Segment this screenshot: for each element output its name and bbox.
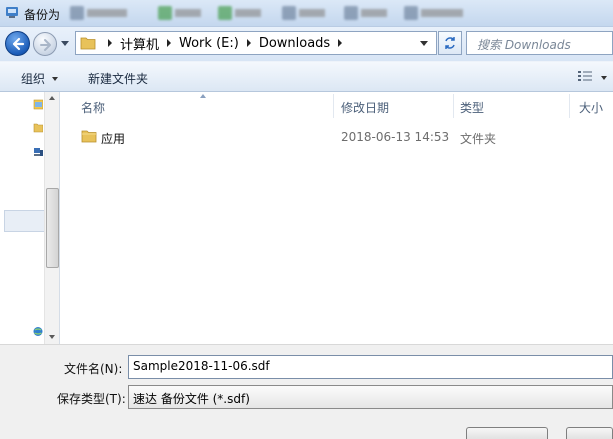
- recent-pages-dropdown[interactable]: [61, 41, 69, 46]
- filename-input[interactable]: Sample2018-11-06.sdf: [128, 355, 613, 379]
- scroll-up-icon[interactable]: [49, 96, 55, 100]
- nav-selected-item[interactable]: [4, 210, 49, 232]
- folder-icon: [80, 37, 96, 50]
- navigation-scrollbar[interactable]: [44, 92, 59, 344]
- column-divider[interactable]: [569, 94, 570, 118]
- column-header-size[interactable]: 大小: [579, 92, 603, 120]
- breadcrumb-item[interactable]: Work (E:): [179, 36, 239, 51]
- navigation-bar: 计算机 Work (E:) Downloads 搜索 Downloads: [0, 27, 613, 61]
- scroll-down-icon[interactable]: [49, 335, 55, 339]
- file-name: 应用: [101, 132, 126, 146]
- view-options-dropdown[interactable]: [601, 76, 607, 80]
- filetype-select[interactable]: 速达 备份文件 (*.sdf): [128, 385, 613, 409]
- command-bar: 组织 新建文件夹: [0, 61, 613, 92]
- breadcrumb-separator[interactable]: [108, 39, 112, 47]
- back-arrow-icon: [12, 37, 25, 51]
- column-header-type[interactable]: 类型: [460, 92, 484, 120]
- address-bar[interactable]: 计算机 Work (E:) Downloads: [75, 31, 437, 55]
- breadcrumb: 计算机 Work (E:) Downloads: [100, 32, 350, 54]
- sort-indicator-icon: [200, 94, 206, 98]
- scrollbar-thumb[interactable]: [46, 188, 59, 268]
- blurred-toolbar-item: [70, 4, 127, 22]
- breadcrumb-item[interactable]: 计算机: [120, 34, 159, 53]
- refresh-button[interactable]: [438, 31, 462, 55]
- file-modified: 2018-06-13 14:53: [341, 130, 450, 144]
- back-button[interactable]: [5, 31, 30, 56]
- blurred-toolbar-item: [282, 4, 325, 22]
- blurred-toolbar-item: [344, 4, 387, 22]
- filetype-label: 保存类型(T):: [57, 392, 126, 406]
- table-row[interactable]: 应用 2018-06-13 14:53 文件夹: [61, 126, 613, 148]
- network-icon[interactable]: [33, 326, 43, 337]
- organize-label: 组织: [21, 72, 46, 86]
- breadcrumb-item[interactable]: Downloads: [259, 36, 330, 51]
- forward-arrow-icon: [40, 39, 51, 51]
- blurred-toolbar-item: [404, 4, 463, 22]
- column-header-modified[interactable]: 修改日期: [341, 92, 389, 120]
- file-type: 文件夹: [460, 132, 497, 146]
- navigation-pane: [0, 92, 60, 344]
- filename-label: 文件名(N):: [64, 362, 123, 376]
- view-options-icon[interactable]: [577, 70, 593, 84]
- new-folder-button[interactable]: 新建文件夹: [88, 70, 148, 87]
- app-icon: [6, 7, 18, 18]
- breadcrumb-separator[interactable]: [338, 39, 343, 47]
- column-divider[interactable]: [333, 94, 334, 118]
- breadcrumb-separator[interactable]: [246, 39, 251, 47]
- folder-icon: [81, 130, 97, 143]
- search-input[interactable]: 搜索 Downloads: [477, 36, 571, 53]
- save-button[interactable]: [466, 427, 548, 439]
- title-bar: 备份为: [0, 0, 613, 27]
- column-header-name[interactable]: 名称: [81, 92, 105, 120]
- file-list: 名称 修改日期 类型 大小 应用 2018-06-13 14:53 文件夹: [61, 92, 613, 344]
- breadcrumb-separator[interactable]: [167, 39, 172, 47]
- address-history-dropdown[interactable]: [420, 41, 428, 46]
- window-title: 备份为: [24, 8, 61, 22]
- favorites-icon[interactable]: [33, 99, 43, 110]
- blurred-toolbar-item: [218, 4, 261, 22]
- blurred-toolbar-item: [158, 4, 201, 22]
- folder-icon[interactable]: [33, 122, 43, 133]
- search-box[interactable]: 搜索 Downloads: [466, 31, 613, 55]
- forward-button[interactable]: [33, 32, 57, 56]
- cancel-button[interactable]: [566, 427, 613, 439]
- column-divider[interactable]: [453, 94, 454, 118]
- chevron-down-icon: [52, 76, 59, 81]
- organize-button[interactable]: 组织: [21, 70, 59, 87]
- save-form: 文件名(N): Sample2018-11-06.sdf 保存类型(T): 速达…: [0, 344, 613, 439]
- new-folder-label: 新建文件夹: [88, 72, 149, 86]
- computer-icon[interactable]: [33, 146, 43, 157]
- refresh-icon: [445, 37, 455, 49]
